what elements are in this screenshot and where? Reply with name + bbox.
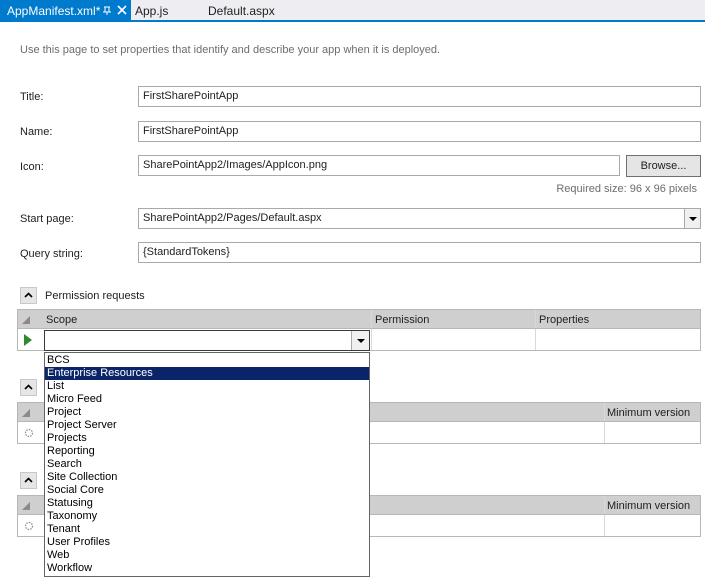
chevron-up-icon: [24, 477, 33, 483]
column-divider: [371, 329, 372, 350]
permission-requests-title: Permission requests: [45, 290, 145, 302]
tab-label: Default.aspx: [208, 4, 275, 18]
tab-label: AppManifest.xml*: [7, 4, 101, 18]
start-page-dropdown-button[interactable]: [684, 209, 700, 228]
scope-combobox[interactable]: [44, 330, 370, 351]
scope-dropdown-list[interactable]: BCS Enterprise Resources List Micro Feed Pro…: [44, 352, 370, 577]
column-divider: [604, 422, 605, 443]
scope-option[interactable]: Micro Feed: [45, 393, 369, 406]
collapse-permissions-button[interactable]: [20, 287, 37, 304]
scope-option[interactable]: Statusing: [45, 497, 369, 510]
scope-option[interactable]: User Profiles: [45, 536, 369, 549]
title-label: Title:: [20, 91, 44, 103]
tab-app-js[interactable]: App.js: [128, 0, 168, 20]
permission-column-header[interactable]: Permission: [375, 314, 429, 326]
column-divider: [604, 515, 605, 536]
scope-dropdown-button[interactable]: [351, 331, 369, 350]
permissions-grid-header: Scope Permission Properties: [17, 309, 701, 329]
name-label: Name:: [20, 126, 53, 138]
column-divider: [604, 403, 605, 421]
new-row-icon: [24, 428, 34, 438]
select-all-corner[interactable]: [22, 409, 30, 417]
column-divider: [604, 496, 605, 514]
scope-option[interactable]: Social Core: [45, 484, 369, 497]
scope-option[interactable]: Taxonomy: [45, 510, 369, 523]
collapse-section-2-button[interactable]: [20, 379, 37, 396]
tab-appmanifest[interactable]: AppManifest.xml*: [0, 0, 131, 20]
new-row-icon: [24, 521, 34, 531]
pin-icon[interactable]: [100, 3, 114, 17]
properties-column-header[interactable]: Properties: [539, 314, 589, 326]
chevron-up-icon: [24, 292, 33, 298]
chevron-down-icon: [357, 339, 365, 343]
scope-option[interactable]: List: [45, 380, 369, 393]
collapse-section-3-button[interactable]: [20, 472, 37, 489]
scope-option[interactable]: Enterprise Resources: [45, 367, 369, 380]
close-icon[interactable]: [115, 3, 129, 17]
icon-path-field[interactable]: SharePointApp2/Images/AppIcon.png: [138, 155, 620, 176]
chevron-down-icon: [689, 217, 697, 221]
scope-option[interactable]: Projects: [45, 432, 369, 445]
scope-option[interactable]: Project: [45, 406, 369, 419]
column-divider: [535, 310, 536, 328]
scope-option[interactable]: BCS: [45, 354, 369, 367]
start-page-value: SharePointApp2/Pages/Default.aspx: [143, 212, 322, 224]
tab-label: App.js: [135, 4, 169, 18]
minimum-version-column-header[interactable]: Minimum version: [607, 407, 690, 419]
title-field[interactable]: FirstSharePointApp: [138, 86, 701, 107]
chevron-up-icon: [24, 384, 33, 390]
start-page-label: Start page:: [20, 213, 74, 225]
tab-strip-underline: [0, 20, 705, 22]
column-divider: [371, 310, 372, 328]
intro-text: Use this page to set properties that ide…: [20, 44, 441, 56]
scope-option[interactable]: Web: [45, 549, 369, 562]
scope-column-header[interactable]: Scope: [46, 314, 77, 326]
scope-option[interactable]: Project Server: [45, 419, 369, 432]
minimum-version-column-header[interactable]: Minimum version: [607, 500, 690, 512]
tab-default-aspx[interactable]: Default.aspx: [201, 0, 275, 20]
scope-option[interactable]: Search: [45, 458, 369, 471]
scope-option[interactable]: Site Collection: [45, 471, 369, 484]
icon-label: Icon:: [20, 161, 44, 173]
document-tab-strip: AppManifest.xml* App.js Default.aspx: [0, 0, 705, 22]
current-row-arrow-icon: [24, 334, 32, 346]
browse-button[interactable]: Browse...: [626, 155, 701, 177]
name-field[interactable]: FirstSharePointApp: [138, 121, 701, 142]
select-all-corner[interactable]: [22, 502, 30, 510]
icon-size-hint: Required size: 96 x 96 pixels: [556, 183, 697, 195]
scope-option[interactable]: Reporting: [45, 445, 369, 458]
query-string-label: Query string:: [20, 248, 83, 260]
scope-option[interactable]: Workflow: [45, 562, 369, 575]
select-all-corner[interactable]: [22, 316, 30, 324]
query-string-field[interactable]: {StandardTokens}: [138, 242, 701, 263]
column-divider: [535, 329, 536, 350]
start-page-select[interactable]: SharePointApp2/Pages/Default.aspx: [138, 208, 701, 229]
scope-option[interactable]: Tenant: [45, 523, 369, 536]
